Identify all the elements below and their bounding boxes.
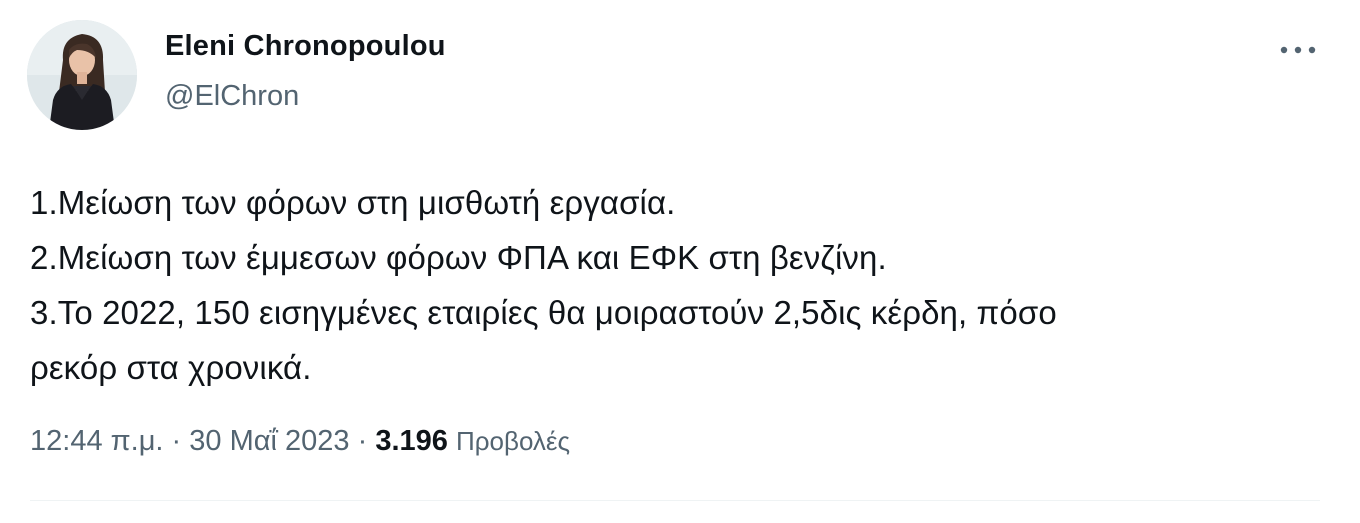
author-handle[interactable]: @ElChron xyxy=(165,80,299,113)
timestamp-link[interactable]: 12:44 π.μ. · 30 Μαΐ 2023 xyxy=(30,425,350,457)
meta-separator: · xyxy=(357,425,368,457)
tweet-meta: 12:44 π.μ. · 30 Μαΐ 2023 · 3.196 Προβολέ… xyxy=(30,425,570,458)
avatar-image xyxy=(27,20,137,130)
views-count: 3.196 xyxy=(375,425,448,457)
tweet-line-2: 2.Μείωση των έμμεσων φόρων ΦΠΑ και ΕΦΚ σ… xyxy=(30,239,887,276)
author-name[interactable]: Eleni Chronopoulou xyxy=(165,30,446,63)
tweet-date: 30 Μαΐ 2023 xyxy=(189,425,350,457)
tweet-card: Eleni Chronopoulou @ElChron 1.Μείωση των… xyxy=(0,0,1360,523)
tweet-line-3: 3.Το 2022, 150 εισηγμένες εταιρίες θα μο… xyxy=(30,294,1057,331)
tweet-text: 1.Μείωση των φόρων στη μισθωτή εργασία. … xyxy=(30,175,1330,395)
meta-separator: · xyxy=(171,425,182,457)
views-label: Προβολές xyxy=(455,426,571,456)
divider xyxy=(30,500,1320,501)
more-horizontal-icon xyxy=(1280,46,1316,54)
tweet-time: 12:44 π.μ. xyxy=(30,425,164,457)
avatar[interactable] xyxy=(27,20,137,130)
more-options-button[interactable] xyxy=(1270,30,1326,70)
tweet-line-1: 1.Μείωση των φόρων στη μισθωτή εργασία. xyxy=(30,184,676,221)
views-link[interactable]: 3.196 Προβολές xyxy=(375,425,570,457)
tweet-line-4: ρεκόρ στα χρονικά. xyxy=(30,349,312,386)
